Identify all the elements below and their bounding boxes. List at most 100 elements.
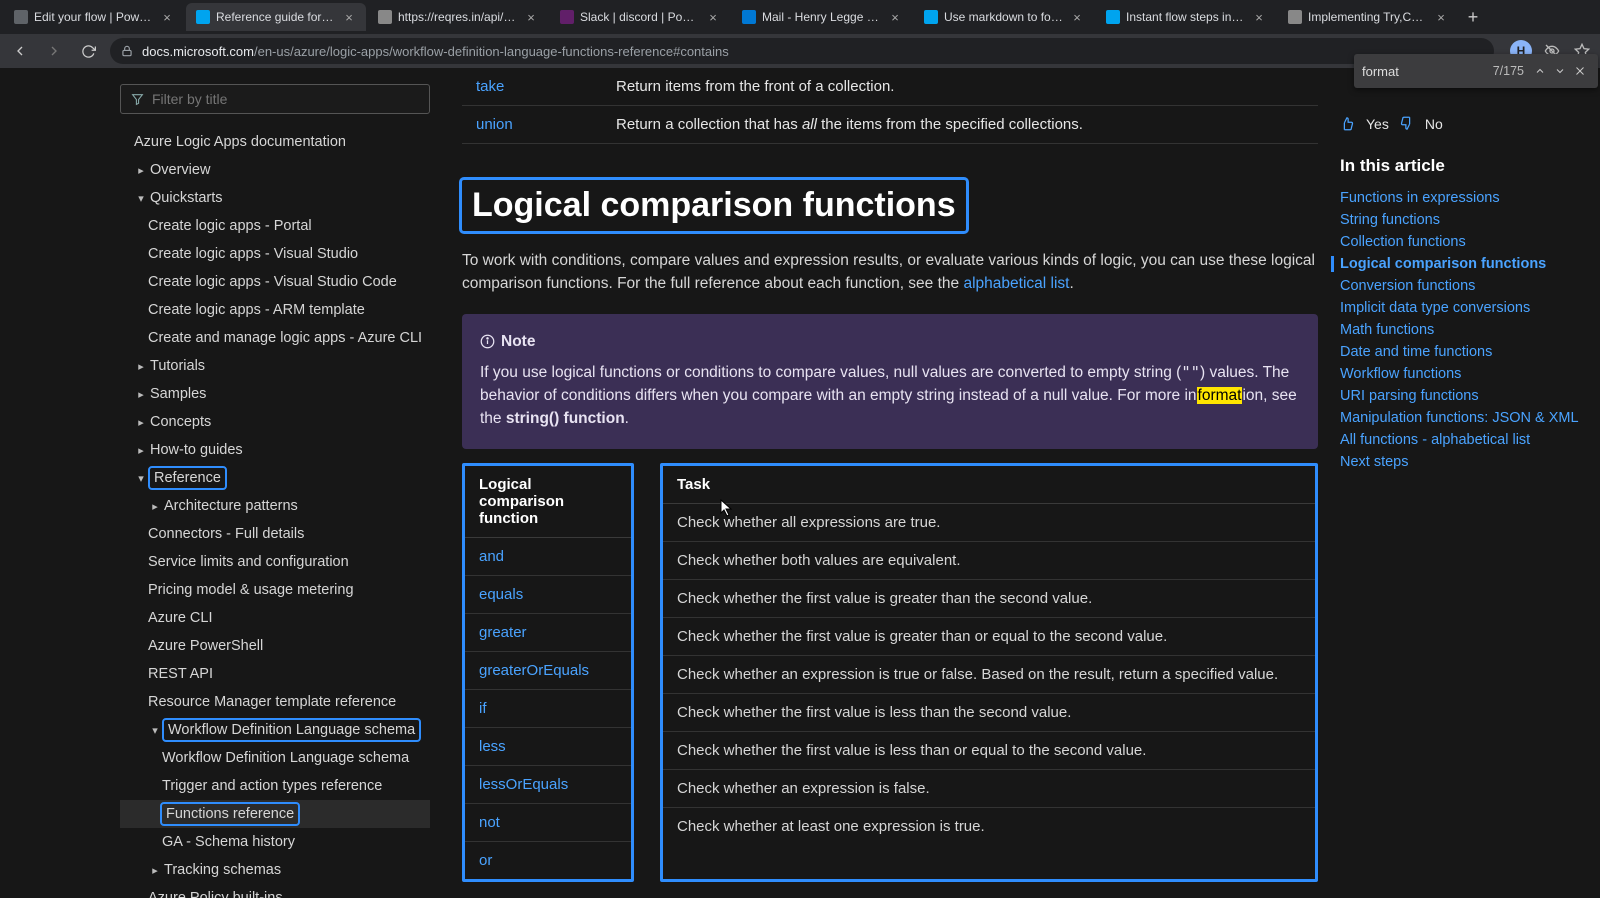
nav-item[interactable]: Service limits and configuration [120, 548, 430, 576]
nav-link[interactable]: Trigger and action types reference [162, 776, 382, 796]
toc-item[interactable]: Conversion functions [1340, 278, 1584, 294]
nav-item[interactable]: Create logic apps - Visual Studio [120, 240, 430, 268]
toc-item[interactable]: Logical comparison functions [1331, 256, 1584, 272]
func-link[interactable]: greater [479, 624, 527, 641]
func-link[interactable]: and [479, 548, 504, 565]
tab-close-icon[interactable]: × [706, 10, 720, 24]
toc-item[interactable]: Date and time functions [1340, 344, 1584, 360]
find-next-button[interactable] [1550, 61, 1570, 81]
forward-button[interactable] [42, 39, 66, 63]
nav-link[interactable]: Create logic apps - Visual Studio [148, 244, 358, 264]
func-link[interactable]: less [479, 738, 506, 755]
toc-item[interactable]: Implicit data type conversions [1340, 300, 1584, 316]
nav-link[interactable]: Reference [150, 468, 225, 488]
find-prev-button[interactable] [1530, 61, 1550, 81]
toc-link[interactable]: Collection functions [1340, 234, 1466, 250]
nav-link[interactable]: Workflow Definition Language schema [164, 720, 419, 740]
func-link[interactable]: if [479, 700, 487, 717]
back-button[interactable] [8, 39, 32, 63]
func-link-union[interactable]: union [476, 116, 513, 133]
toc-item[interactable]: Functions in expressions [1340, 190, 1584, 206]
nav-item[interactable]: Connectors - Full details [120, 520, 430, 548]
feedback-yes[interactable]: Yes [1366, 116, 1389, 132]
toc-link[interactable]: All functions - alphabetical list [1340, 432, 1530, 448]
toc-link[interactable]: Workflow functions [1340, 366, 1461, 382]
nav-item[interactable]: Create and manage logic apps - Azure CLI [120, 324, 430, 352]
func-link[interactable]: greaterOrEquals [479, 662, 589, 679]
nav-item[interactable]: Create logic apps - Visual Studio Code [120, 268, 430, 296]
chevron-down-icon[interactable]: ▾ [134, 472, 148, 485]
nav-item[interactable]: ▾Quickstarts [120, 184, 430, 212]
nav-link[interactable]: GA - Schema history [162, 832, 295, 852]
toc-item[interactable]: Next steps [1340, 454, 1584, 470]
nav-link[interactable]: Connectors - Full details [148, 524, 304, 544]
nav-item[interactable]: Azure PowerShell [120, 632, 430, 660]
find-in-page-bar[interactable]: format 7/175 [1354, 54, 1598, 88]
browser-tab[interactable]: Edit your flow | Power Auto× [4, 3, 184, 31]
nav-item[interactable]: Trigger and action types reference [120, 772, 430, 800]
nav-item[interactable]: Pricing model & usage metering [120, 576, 430, 604]
thumbs-up-icon[interactable] [1340, 116, 1356, 132]
toc-link[interactable]: URI parsing functions [1340, 388, 1479, 404]
address-bar[interactable]: docs.microsoft.com /en-us/azure/logic-ap… [110, 38, 1494, 64]
nav-item[interactable]: Azure Policy built-ins [120, 884, 430, 898]
toc-item[interactable]: All functions - alphabetical list [1340, 432, 1584, 448]
nav-item[interactable]: ▾Reference [120, 464, 430, 492]
tab-close-icon[interactable]: × [1434, 10, 1448, 24]
tab-close-icon[interactable]: × [524, 10, 538, 24]
nav-link[interactable]: Create logic apps - Portal [148, 216, 312, 236]
chevron-right-icon[interactable]: ▸ [148, 864, 162, 877]
nav-item[interactable]: REST API [120, 660, 430, 688]
nav-item[interactable]: GA - Schema history [120, 828, 430, 856]
toc-link[interactable]: Next steps [1340, 454, 1409, 470]
nav-link[interactable]: Create logic apps - Visual Studio Code [148, 272, 397, 292]
toc-link[interactable]: String functions [1340, 212, 1440, 228]
reload-button[interactable] [76, 39, 100, 63]
toc-item[interactable]: Workflow functions [1340, 366, 1584, 382]
nav-item[interactable]: Resource Manager template reference [120, 688, 430, 716]
nav-link[interactable]: REST API [148, 664, 213, 684]
browser-tab[interactable]: Implementing Try,Catch an× [1278, 3, 1458, 31]
toc-link[interactable]: Implicit data type conversions [1340, 300, 1530, 316]
func-link[interactable]: or [479, 852, 492, 869]
toc-item[interactable]: String functions [1340, 212, 1584, 228]
nav-item[interactable]: Azure CLI [120, 604, 430, 632]
nav-link[interactable]: Architecture patterns [164, 496, 298, 516]
nav-item[interactable]: ▸Samples [120, 380, 430, 408]
nav-link[interactable]: Concepts [150, 412, 211, 432]
nav-item[interactable]: Create logic apps - ARM template [120, 296, 430, 324]
nav-link[interactable]: Samples [150, 384, 206, 404]
toc-link[interactable]: Conversion functions [1340, 278, 1475, 294]
nav-link[interactable]: Azure PowerShell [148, 636, 263, 656]
toc-item[interactable]: Manipulation functions: JSON & XML [1340, 410, 1584, 426]
nav-link[interactable]: Azure Logic Apps documentation [134, 132, 346, 152]
nav-item[interactable]: ▸Concepts [120, 408, 430, 436]
nav-item[interactable]: ▾Workflow Definition Language schema [120, 716, 430, 744]
toc-link[interactable]: Date and time functions [1340, 344, 1492, 360]
nav-item[interactable]: Workflow Definition Language schema [120, 744, 430, 772]
nav-item[interactable]: Create logic apps - Portal [120, 212, 430, 240]
filter-input-wrapper[interactable] [120, 84, 430, 114]
chevron-right-icon[interactable]: ▸ [134, 416, 148, 429]
nav-link[interactable]: Overview [150, 160, 210, 180]
toc-item[interactable]: Collection functions [1340, 234, 1584, 250]
toc-link[interactable]: Manipulation functions: JSON & XML [1340, 410, 1579, 426]
chevron-right-icon[interactable]: ▸ [134, 360, 148, 373]
func-link[interactable]: not [479, 814, 500, 831]
feedback-no[interactable]: No [1425, 116, 1443, 132]
func-link[interactable]: equals [479, 586, 523, 603]
browser-tab[interactable]: https://reqres.in/api/users?× [368, 3, 548, 31]
nav-item[interactable]: ▸Tutorials [120, 352, 430, 380]
tab-close-icon[interactable]: × [1252, 10, 1266, 24]
thumbs-down-icon[interactable] [1399, 116, 1415, 132]
nav-item[interactable]: Functions reference [120, 800, 430, 828]
filter-input[interactable] [152, 91, 419, 107]
nav-item[interactable]: ▸How-to guides [120, 436, 430, 464]
chevron-right-icon[interactable]: ▸ [148, 500, 162, 513]
toc-link[interactable]: Logical comparison functions [1340, 256, 1546, 272]
nav-item[interactable]: ▸Tracking schemas [120, 856, 430, 884]
nav-link[interactable]: Functions reference [162, 804, 298, 824]
find-close-button[interactable] [1570, 61, 1590, 81]
chevron-right-icon[interactable]: ▸ [134, 444, 148, 457]
browser-tab[interactable]: Reference guide for functio× [186, 3, 366, 31]
